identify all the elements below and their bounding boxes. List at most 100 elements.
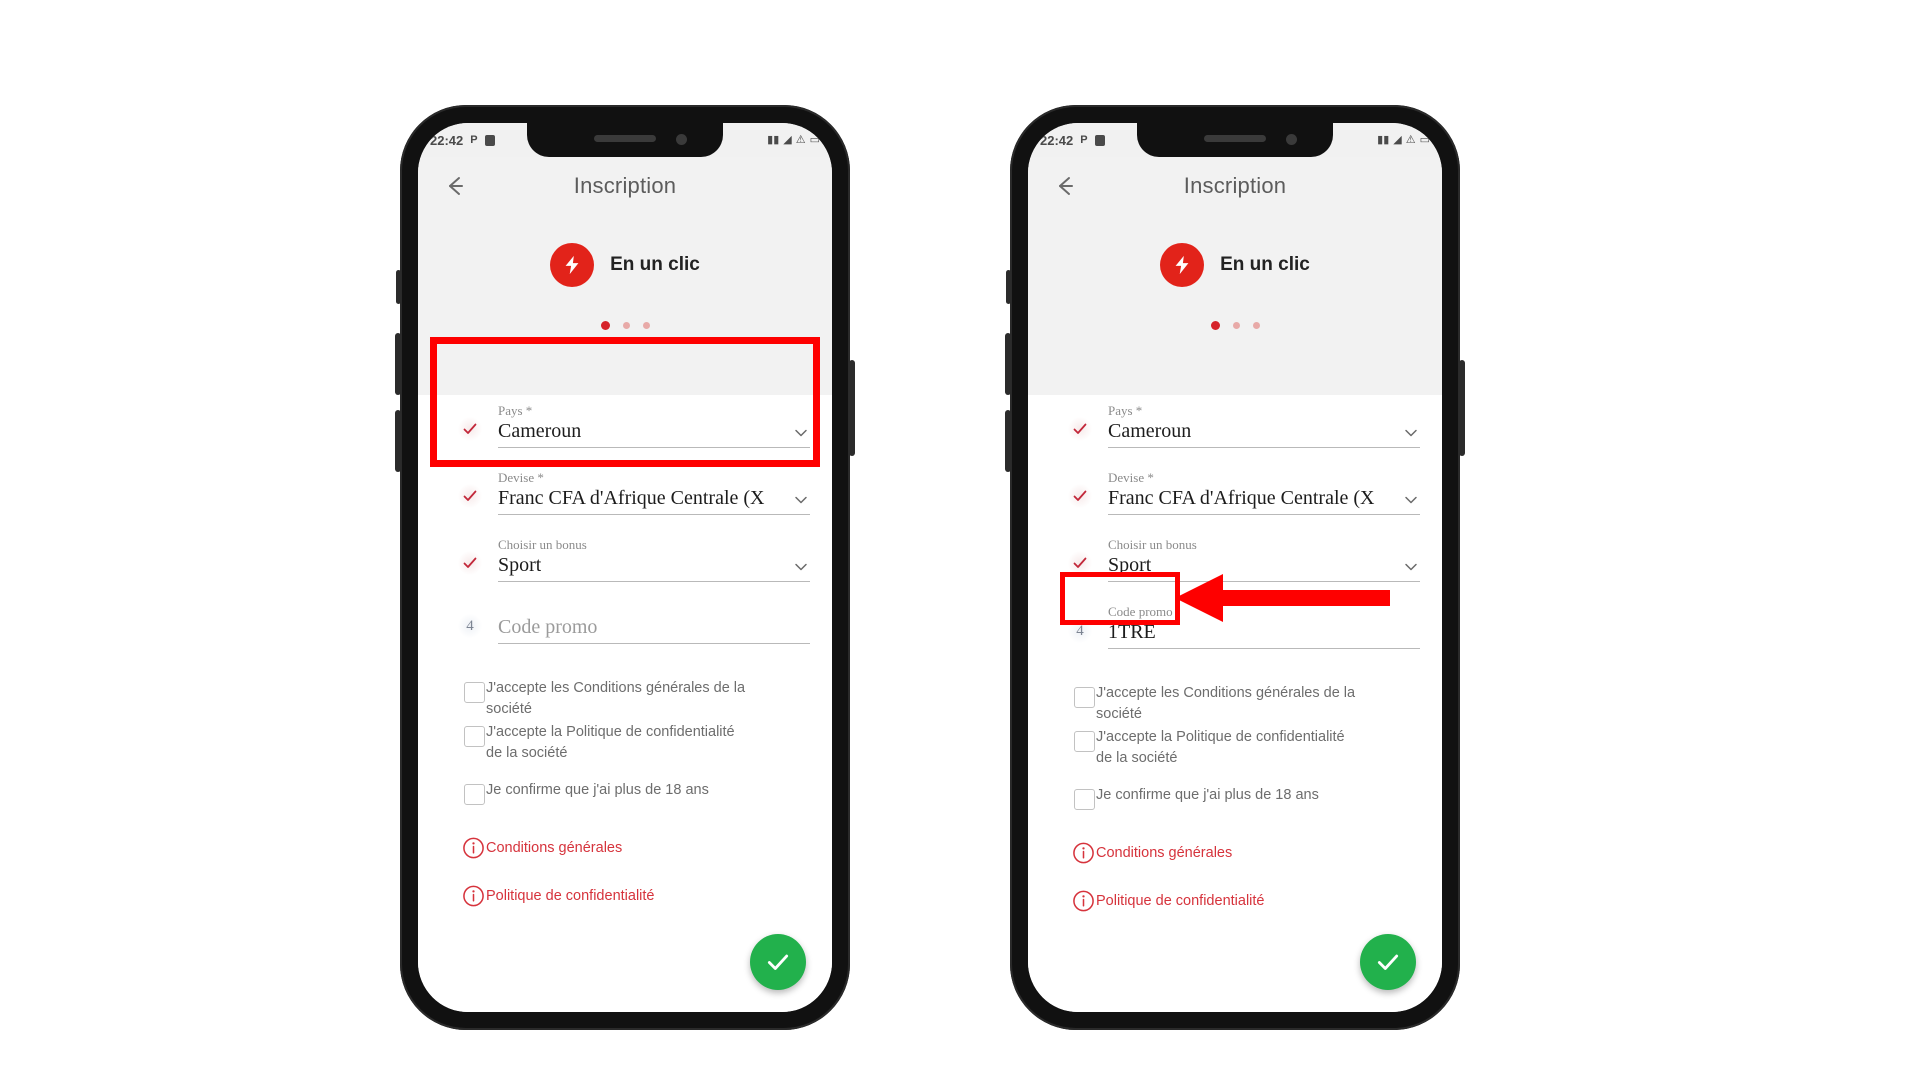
link-label: Politique de confidentialité	[1096, 893, 1265, 909]
field-value: Franc CFA d'Afrique Centrale (X	[498, 487, 765, 509]
wifi-icon: ◢	[783, 133, 792, 146]
status-bar-right: ▮▮ ◢ ⚠ ▭	[767, 133, 820, 146]
checkbox[interactable]	[464, 784, 485, 805]
field-devise[interactable]: Devise * Franc CFA d'Afrique Centrale (X	[440, 470, 810, 515]
link-politique-confidentialite[interactable]: Politique de confidentialité	[440, 872, 810, 920]
p-icon: P	[470, 133, 478, 146]
pager-dot-1[interactable]	[600, 321, 610, 330]
promo-code-input[interactable]: Code promo	[498, 616, 597, 639]
back-arrow-icon[interactable]	[1050, 171, 1080, 201]
wifi-icon: ◢	[1393, 133, 1402, 146]
pager-dot-2[interactable]	[622, 322, 630, 329]
registration-form: Pays * Cameroun Devise * Franc CFA d'Afr…	[418, 395, 832, 1012]
dual-sim-icon: ▮▮	[1377, 133, 1390, 146]
page-title: Inscription	[573, 173, 677, 198]
chevron-down-icon[interactable]	[792, 491, 810, 509]
earpiece-speaker	[594, 135, 656, 142]
mute-switch	[396, 270, 401, 304]
chevron-down-icon[interactable]	[792, 558, 810, 576]
battery-icon: ▭	[809, 133, 820, 146]
back-arrow-icon[interactable]	[440, 171, 470, 201]
brand-label: En un clic	[610, 254, 700, 275]
field-code-promo[interactable]: 4 Code promo	[440, 614, 810, 644]
pager-dot-3[interactable]	[1252, 322, 1260, 329]
checkbox[interactable]	[1074, 687, 1095, 708]
field-label: Devise *	[498, 470, 544, 485]
step-pager	[1028, 321, 1442, 330]
check-icon	[1068, 484, 1092, 508]
status-time: 22:42	[1040, 132, 1074, 148]
field-pays[interactable]: Pays * Cameroun	[1050, 403, 1420, 448]
checkbox-label: J'accepte les Conditions générales de la…	[1096, 685, 1356, 722]
checkbox-label: J'accepte la Politique de confidentialit…	[1096, 729, 1345, 766]
field-label: Choisir un bonus	[1108, 537, 1197, 552]
info-circle-icon	[462, 885, 485, 908]
chevron-down-icon[interactable]	[1402, 424, 1420, 442]
checkbox[interactable]	[464, 726, 485, 747]
checkbox-row-terms[interactable]: J'accepte les Conditions générales de la…	[440, 678, 810, 722]
checkbox[interactable]	[464, 682, 485, 703]
status-bar-left: 22:42 P	[1040, 133, 1105, 148]
checkbox-label: Je confirme que j'ai plus de 18 ans	[486, 782, 709, 798]
volume-down-button	[1005, 410, 1011, 472]
pager-dot-1[interactable]	[1210, 321, 1220, 330]
submit-button[interactable]	[1360, 934, 1416, 990]
p-icon: P	[1080, 133, 1088, 146]
link-label: Politique de confidentialité	[486, 888, 655, 904]
status-bar-left: 22:42 P	[430, 133, 495, 148]
field-label: Choisir un bonus	[498, 537, 587, 552]
phone-notch	[1137, 123, 1333, 157]
battery-icon: ▭	[1419, 133, 1430, 146]
field-label: Devise *	[1108, 470, 1154, 485]
mute-switch	[1006, 270, 1011, 304]
checkbox-label: Je confirme que j'ai plus de 18 ans	[1096, 787, 1319, 803]
checkbox[interactable]	[1074, 731, 1095, 752]
field-value: Cameroun	[1108, 420, 1192, 442]
checkbox-row-age[interactable]: Je confirme que j'ai plus de 18 ans	[1050, 785, 1420, 829]
dual-sim-icon: ▮▮	[767, 133, 780, 146]
phone-screen-left: 22:42 P ▮▮ ◢ ⚠ ▭ Inscription En un clic …	[418, 123, 832, 1012]
phone-notch	[527, 123, 723, 157]
checkbox-row-terms[interactable]: J'accepte les Conditions générales de la…	[1050, 683, 1420, 727]
volume-down-button	[395, 410, 401, 472]
checkbox-label: J'accepte la Politique de confidentialit…	[486, 724, 735, 761]
brand-label: En un clic	[1220, 254, 1310, 275]
info-circle-icon	[1072, 890, 1095, 913]
submit-button[interactable]	[750, 934, 806, 990]
step-number-badge: 4	[458, 614, 482, 638]
screenshot-canvas: 22:42 P ▮▮ ◢ ⚠ ▭ Inscription En un clic …	[0, 0, 1920, 1080]
promo-code-highlight	[1060, 572, 1180, 625]
checkbox-row-privacy[interactable]: J'accepte la Politique de confidentialit…	[1050, 727, 1420, 771]
battery-save-icon	[484, 134, 495, 146]
app-header: Inscription En un clic	[1028, 157, 1442, 395]
field-devise[interactable]: Devise * Franc CFA d'Afrique Centrale (X	[1050, 470, 1420, 515]
status-time: 22:42	[430, 132, 464, 148]
volume-up-button	[395, 333, 401, 395]
pager-dot-3[interactable]	[642, 322, 650, 329]
check-icon	[1068, 417, 1092, 441]
checkbox[interactable]	[1074, 789, 1095, 810]
earpiece-speaker	[1204, 135, 1266, 142]
chevron-down-icon[interactable]	[1402, 491, 1420, 509]
link-conditions-generales[interactable]: Conditions générales	[440, 824, 810, 872]
checkbox-row-age[interactable]: Je confirme que j'ai plus de 18 ans	[440, 780, 810, 824]
pager-dot-2[interactable]	[1232, 322, 1240, 329]
info-circle-icon	[1072, 842, 1095, 865]
brand-row: En un clic	[1028, 243, 1442, 287]
chevron-down-icon[interactable]	[1402, 558, 1420, 576]
registration-form: Pays * Cameroun Devise * Franc CFA d'Afr…	[1028, 395, 1442, 1012]
battery-save-icon	[1094, 134, 1105, 146]
front-camera	[1286, 134, 1297, 145]
link-politique-confidentialite[interactable]: Politique de confidentialité	[1050, 877, 1420, 925]
status-bar-right: ▮▮ ◢ ⚠ ▭	[1377, 133, 1430, 146]
power-button	[849, 360, 855, 456]
pointer-arrow-left	[1175, 574, 1390, 622]
checkbox-row-privacy[interactable]: J'accepte la Politique de confidentialit…	[440, 722, 810, 766]
link-label: Conditions générales	[1096, 845, 1233, 861]
link-conditions-generales[interactable]: Conditions générales	[1050, 829, 1420, 877]
field-value: Franc CFA d'Afrique Centrale (X	[1108, 487, 1375, 509]
check-icon	[458, 484, 482, 508]
info-circle-icon	[462, 837, 485, 860]
field-bonus[interactable]: Choisir un bonus Sport	[440, 537, 810, 582]
warning-triangle-icon: ⚠	[1405, 133, 1416, 146]
